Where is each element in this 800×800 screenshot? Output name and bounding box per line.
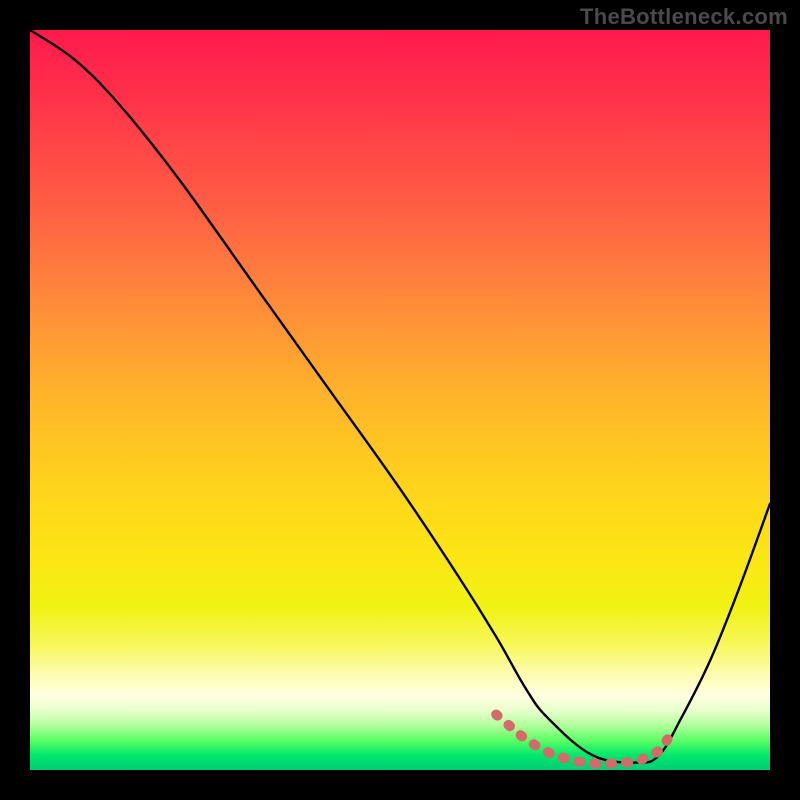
chart-svg xyxy=(30,30,770,770)
plot-area xyxy=(30,30,770,770)
watermark-text: TheBottleneck.com xyxy=(580,4,788,30)
chart-container: TheBottleneck.com xyxy=(0,0,800,800)
bottleneck-curve xyxy=(30,30,770,763)
sweet-spot-band xyxy=(496,715,674,764)
